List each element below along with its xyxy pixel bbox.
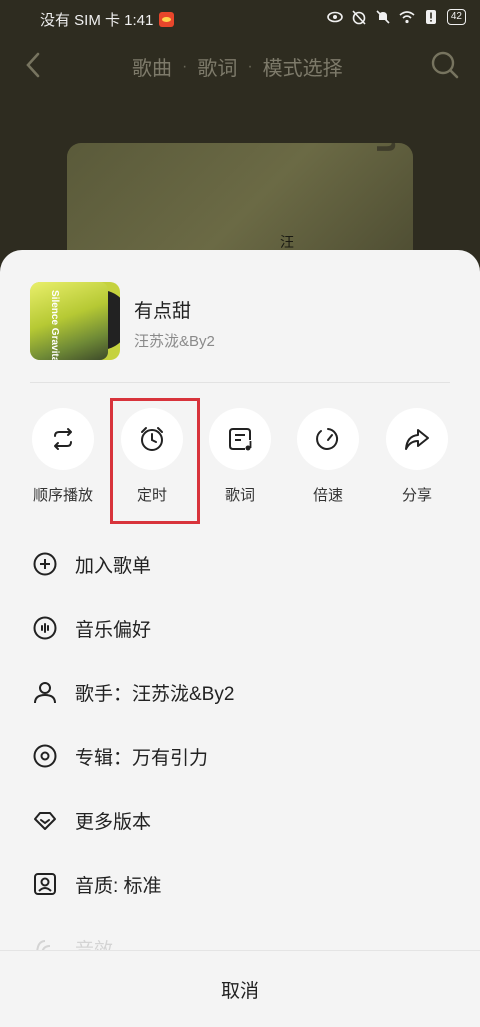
speed-icon	[316, 428, 339, 450]
song-artist: 汪苏泷&By2	[134, 333, 215, 350]
action-label: 歌词	[224, 487, 255, 504]
quick-actions: 顺序播放 定时 歌词 倍速 分享	[0, 408, 480, 518]
album-art: Silence Gravitation	[30, 282, 108, 360]
menu-item-label: 更多版本	[75, 811, 152, 833]
menu-item-singer[interactable]: 歌手：汪苏泷&By2	[0, 660, 480, 724]
tab-song[interactable]: 歌曲	[132, 52, 172, 81]
menu-item-add-to-playlist[interactable]: 加入歌单	[0, 532, 480, 596]
action-speed[interactable]: 倍速	[283, 408, 373, 505]
menu-item-album[interactable]: 专辑：万有引力	[0, 724, 480, 788]
eye-icon	[327, 11, 343, 23]
background-cover-text: Silence Gravitation	[368, 143, 407, 153]
cancel-label: 取消	[220, 980, 259, 1002]
album-art-text: Silence Gravitation	[49, 290, 60, 360]
action-share[interactable]: 分享	[372, 408, 462, 505]
search-icon[interactable]	[430, 50, 460, 80]
action-label: 倍速	[312, 487, 343, 504]
menu-item-label: 音质: 标准	[75, 875, 162, 897]
menu-item-label: 专辑：万有引力	[75, 747, 209, 769]
wifi-icon	[399, 11, 415, 24]
menu-item-more-versions[interactable]: 更多版本	[0, 788, 480, 852]
tab-separator: ·	[182, 57, 188, 75]
highlight-box	[110, 398, 200, 524]
status-right: 42	[327, 9, 466, 25]
action-lyrics[interactable]: 歌词	[195, 408, 285, 505]
carrier-time: 没有 SIM 卡 1:41	[40, 12, 154, 29]
menu-item-music-preference[interactable]: 音乐偏好	[0, 596, 480, 660]
player-header: 歌曲 · 歌词 · 模式选择	[0, 36, 480, 96]
song-title: 有点甜	[134, 301, 192, 322]
menu-item-audio-quality[interactable]: 音质: 标准	[0, 852, 480, 916]
menu-item-label: 歌手：汪苏泷&By2	[75, 683, 235, 705]
player-tabs: 歌曲 · 歌词 · 模式选择	[132, 52, 343, 81]
disc-icon	[33, 744, 57, 768]
repeat-icon	[54, 428, 72, 450]
action-button[interactable]	[209, 408, 271, 470]
lyrics-icon	[229, 428, 252, 451]
status-bar: 没有 SIM 卡 1:41 42	[0, 0, 480, 36]
cancel-button[interactable]: 取消	[0, 950, 480, 1027]
options-bottom-sheet: Silence Gravitation 有点甜 汪苏泷&By2 顺序播放 定时 …	[0, 250, 480, 1027]
tab-separator: ·	[247, 57, 253, 75]
action-button[interactable]	[297, 408, 359, 470]
action-button[interactable]	[32, 408, 94, 470]
menu-item-label: 加入歌单	[75, 555, 152, 577]
song-cover: Silence Gravitation	[30, 282, 120, 360]
quality-icon	[34, 873, 56, 895]
action-label: 分享	[401, 487, 432, 504]
add-circle-icon	[33, 552, 57, 576]
voice-wave-icon	[33, 616, 57, 640]
mute-icon	[376, 10, 390, 24]
action-label: 顺序播放	[32, 487, 93, 504]
menu-item-label: 音乐偏好	[75, 619, 152, 641]
back-arrow-icon[interactable]	[20, 50, 48, 80]
alert-icon	[425, 10, 436, 24]
app-notification-icon	[159, 12, 175, 27]
share-icon	[405, 429, 429, 450]
action-button[interactable]	[386, 408, 448, 470]
tab-mode-select[interactable]: 模式选择	[263, 52, 343, 81]
action-repeat[interactable]: 顺序播放	[18, 408, 108, 505]
background-artist-char: 汪	[280, 234, 294, 250]
person-icon	[34, 682, 56, 704]
divider	[30, 382, 450, 383]
alarm-off-icon	[352, 10, 366, 25]
status-left: 没有 SIM 卡 1:41	[40, 9, 175, 30]
tab-lyrics[interactable]: 歌词	[197, 52, 237, 81]
versions-icon	[34, 812, 56, 830]
options-menu: 加入歌单 音乐偏好 歌手：汪苏泷&By2 专辑：万有引力 更多版本 音质: 标准…	[0, 532, 480, 980]
battery-indicator: 42	[446, 9, 466, 25]
